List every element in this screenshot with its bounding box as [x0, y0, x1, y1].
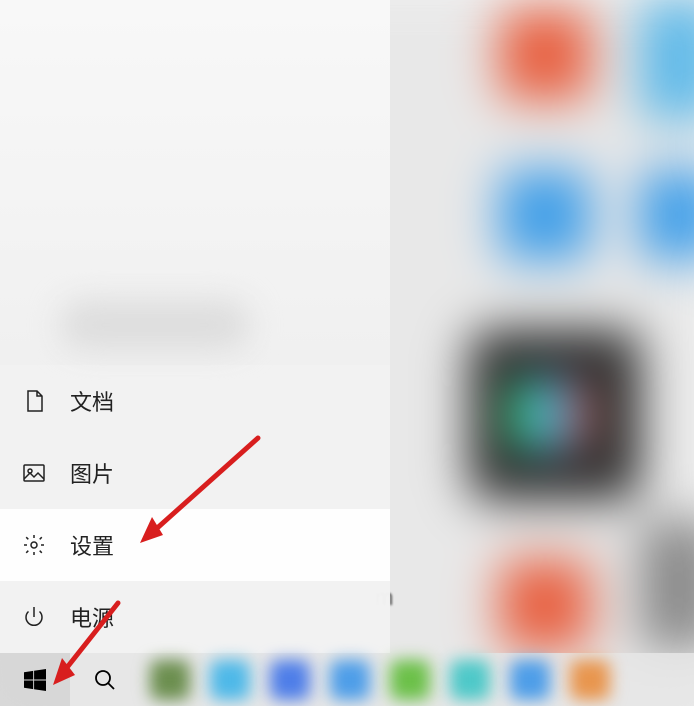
app-icon	[510, 660, 550, 700]
taskbar-app[interactable]	[560, 653, 620, 706]
start-menu-items: 文档 图片 设置 电源	[0, 365, 390, 653]
app-icon	[270, 660, 310, 700]
bg-tile	[640, 170, 694, 260]
taskbar-app[interactable]	[140, 653, 200, 706]
bg-tile	[500, 170, 590, 260]
bg-tile	[510, 380, 590, 450]
power-menu-item[interactable]: 电源	[0, 581, 390, 653]
taskbar-app[interactable]	[260, 653, 320, 706]
document-icon	[22, 389, 46, 413]
app-icon	[390, 660, 430, 700]
bg-tile	[640, 520, 694, 650]
documents-menu-item[interactable]: 文档	[0, 365, 390, 437]
search-icon	[93, 668, 117, 692]
menu-item-label: 设置	[70, 529, 114, 561]
gear-icon	[22, 533, 46, 557]
app-icon	[450, 660, 490, 700]
app-icon	[570, 660, 610, 700]
settings-menu-item[interactable]: 设置	[0, 509, 390, 581]
menu-item-label: 电源	[70, 601, 114, 633]
menu-item-label: 图片	[70, 457, 114, 489]
app-icon	[330, 660, 370, 700]
user-account-area[interactable]	[60, 300, 250, 350]
bg-tile	[500, 560, 590, 650]
windows-icon	[24, 669, 46, 691]
image-icon	[22, 461, 46, 485]
pictures-menu-item[interactable]: 图片	[0, 437, 390, 509]
bg-tile	[640, 0, 694, 120]
search-button[interactable]	[70, 653, 140, 706]
taskbar	[0, 653, 694, 706]
taskbar-app[interactable]	[380, 653, 440, 706]
start-menu: 文档 图片 设置 电源	[0, 0, 390, 653]
app-icon	[210, 660, 250, 700]
taskbar-app[interactable]	[200, 653, 260, 706]
bg-tile	[500, 10, 590, 100]
menu-item-label: 文档	[70, 385, 114, 417]
start-menu-upper	[0, 0, 390, 365]
power-icon	[22, 605, 46, 629]
taskbar-app[interactable]	[500, 653, 560, 706]
app-icon	[150, 660, 190, 700]
start-button[interactable]	[0, 653, 70, 706]
taskbar-app[interactable]	[440, 653, 500, 706]
taskbar-app[interactable]	[320, 653, 380, 706]
